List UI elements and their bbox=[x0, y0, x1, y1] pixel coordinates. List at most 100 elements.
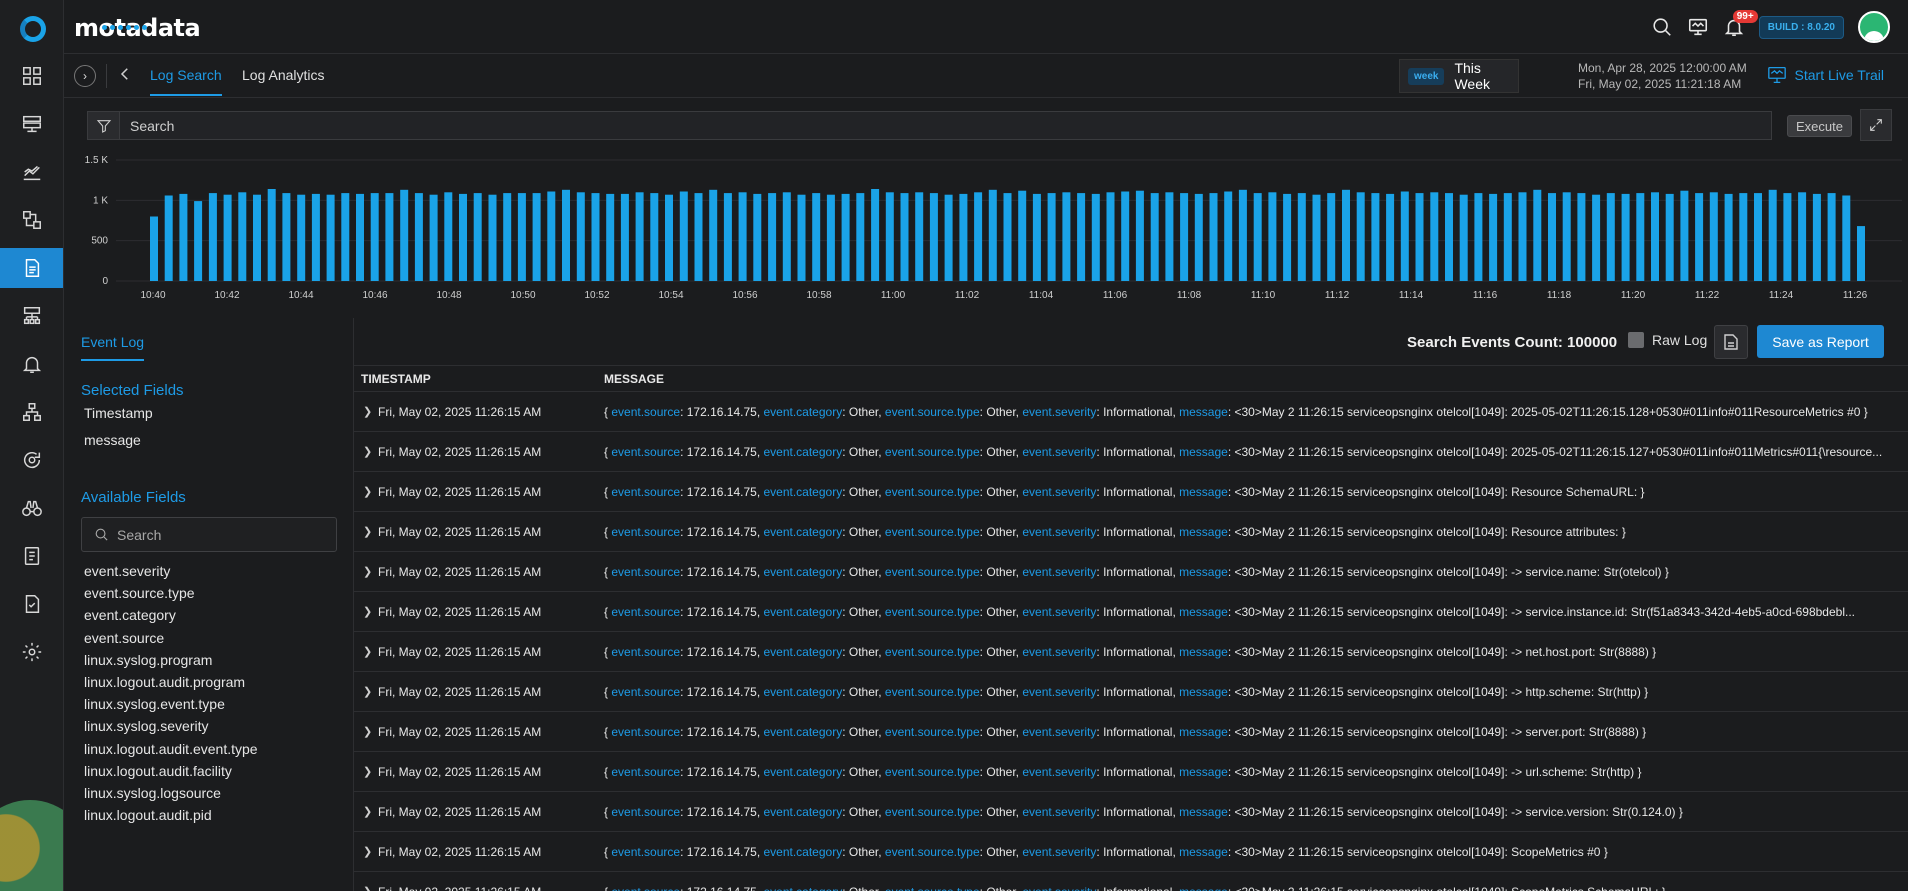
histogram-bar[interactable] bbox=[1768, 189, 1777, 281]
histogram-bar[interactable] bbox=[1680, 190, 1689, 281]
histogram-bar[interactable] bbox=[1342, 189, 1350, 281]
histogram-bar[interactable] bbox=[1783, 193, 1792, 281]
histogram-bar[interactable] bbox=[856, 193, 865, 281]
histogram-bar[interactable] bbox=[988, 189, 997, 281]
table-row[interactable]: ❯ Fri, May 02, 2025 11:26:15 AM { event.so… bbox=[354, 672, 1908, 712]
histogram-bar[interactable] bbox=[826, 194, 835, 281]
histogram-bar[interactable] bbox=[1754, 193, 1762, 281]
histogram-bar[interactable] bbox=[1415, 193, 1424, 281]
histogram-bar[interactable] bbox=[1238, 189, 1247, 281]
histogram-bar[interactable] bbox=[253, 194, 261, 281]
table-row[interactable]: ❯ Fri, May 02, 2025 11:26:15 AM { event.so… bbox=[354, 472, 1908, 512]
histogram-bar[interactable] bbox=[179, 193, 188, 281]
available-field-item[interactable]: linux.logout.audit.pid bbox=[84, 807, 212, 823]
expand-row-chevron-icon[interactable]: ❯ bbox=[354, 485, 374, 498]
histogram-bar[interactable] bbox=[1606, 193, 1615, 281]
histogram-bar[interactable] bbox=[1489, 193, 1498, 281]
search-icon[interactable] bbox=[1651, 16, 1673, 38]
histogram-bar[interactable] bbox=[1577, 193, 1586, 281]
histogram-bar[interactable] bbox=[311, 193, 320, 281]
histogram-bar[interactable] bbox=[1709, 192, 1718, 281]
histogram-bar[interactable] bbox=[1077, 193, 1086, 281]
histogram-bar[interactable] bbox=[370, 193, 379, 281]
tab-event-log[interactable]: Event Log bbox=[81, 334, 145, 361]
table-row[interactable]: ❯ Fri, May 02, 2025 11:26:15 AM { event.so… bbox=[354, 712, 1908, 752]
histogram-bar[interactable] bbox=[562, 189, 570, 281]
sync-nav-icon[interactable] bbox=[0, 440, 63, 480]
histogram-bar[interactable] bbox=[194, 201, 203, 281]
table-row[interactable]: ❯ Fri, May 02, 2025 11:26:15 AM { event.so… bbox=[354, 392, 1908, 432]
histogram-bar[interactable] bbox=[915, 192, 924, 281]
histogram-bar[interactable] bbox=[1518, 192, 1527, 281]
table-row[interactable]: ❯ Fri, May 02, 2025 11:26:15 AM { event.so… bbox=[354, 792, 1908, 832]
bell-icon[interactable]: 99+ bbox=[1723, 10, 1758, 38]
histogram-bar[interactable] bbox=[1548, 193, 1556, 281]
table-row[interactable]: ❯ Fri, May 02, 2025 11:26:15 AM { event.so… bbox=[354, 552, 1908, 592]
histogram-bar[interactable] bbox=[208, 193, 217, 281]
fullscreen-button[interactable] bbox=[1860, 109, 1892, 141]
expand-row-chevron-icon[interactable]: ❯ bbox=[354, 645, 374, 658]
histogram-bar[interactable] bbox=[1003, 193, 1012, 281]
histogram-bar[interactable] bbox=[1209, 193, 1218, 281]
histogram-bar[interactable] bbox=[459, 193, 467, 281]
available-field-item[interactable]: linux.logout.audit.program bbox=[84, 674, 245, 690]
table-row[interactable]: ❯ Fri, May 02, 2025 11:26:15 AM { event.so… bbox=[354, 632, 1908, 672]
table-row[interactable]: ❯ Fri, May 02, 2025 11:26:15 AM { event.so… bbox=[354, 752, 1908, 792]
back-chevron-icon[interactable] bbox=[116, 65, 136, 85]
histogram-bar[interactable] bbox=[1253, 193, 1262, 281]
app-logo-icon[interactable] bbox=[20, 16, 46, 42]
histogram-bar[interactable] bbox=[709, 189, 718, 281]
filter-button[interactable] bbox=[87, 111, 119, 140]
histogram-bar[interactable] bbox=[1459, 194, 1468, 281]
histogram-bar[interactable] bbox=[812, 193, 821, 281]
histogram-bar[interactable] bbox=[429, 194, 438, 281]
histogram-bar[interactable] bbox=[1386, 193, 1395, 281]
histogram-bar[interactable] bbox=[1430, 192, 1439, 281]
available-field-item[interactable]: event.source.type bbox=[84, 585, 195, 601]
expand-row-chevron-icon[interactable]: ❯ bbox=[354, 685, 374, 698]
column-header-timestamp[interactable]: TIMESTAMP bbox=[354, 372, 604, 386]
histogram-bar[interactable] bbox=[1297, 193, 1306, 281]
histogram-bar[interactable] bbox=[150, 216, 158, 282]
histogram-bar[interactable] bbox=[723, 193, 732, 281]
export-csv-button[interactable] bbox=[1714, 325, 1748, 359]
histogram-bar[interactable] bbox=[1798, 192, 1807, 281]
histogram-bar[interactable] bbox=[1165, 192, 1174, 281]
query-search-input[interactable]: Search bbox=[119, 111, 1772, 140]
histogram-bar[interactable] bbox=[635, 192, 644, 281]
histogram-bar[interactable] bbox=[797, 194, 806, 281]
checkbox-box[interactable] bbox=[1628, 332, 1644, 348]
histogram-bar[interactable] bbox=[929, 193, 938, 281]
histogram-bar[interactable] bbox=[473, 193, 482, 281]
available-field-item[interactable]: linux.syslog.event.type bbox=[84, 696, 225, 712]
histogram-bar[interactable] bbox=[1371, 193, 1380, 281]
histogram-bar[interactable] bbox=[282, 193, 291, 281]
histogram-bar[interactable] bbox=[650, 193, 659, 281]
start-live-trail-button[interactable]: Start Live Trail bbox=[1767, 66, 1884, 84]
available-field-item[interactable]: linux.syslog.severity bbox=[84, 718, 209, 734]
metrics-nav-icon[interactable] bbox=[0, 152, 63, 192]
time-range-selector[interactable]: week This Week bbox=[1399, 59, 1519, 93]
histogram-bar[interactable] bbox=[1106, 192, 1115, 281]
histogram-bar[interactable] bbox=[1842, 195, 1851, 282]
histogram-bar[interactable] bbox=[164, 195, 173, 282]
histogram-bar[interactable] bbox=[885, 192, 894, 281]
histogram-bar[interactable] bbox=[944, 194, 953, 281]
tab-log-search[interactable]: Log Search bbox=[150, 67, 222, 96]
histogram-bar[interactable] bbox=[488, 194, 497, 281]
histogram-bar[interactable] bbox=[1665, 193, 1674, 281]
histogram-bar[interactable] bbox=[841, 193, 850, 281]
monitor-icon[interactable] bbox=[1687, 16, 1709, 38]
histogram-bar[interactable] bbox=[753, 193, 762, 281]
available-field-item[interactable]: linux.syslog.logsource bbox=[84, 785, 221, 801]
histogram-bar[interactable] bbox=[400, 189, 409, 281]
expand-row-chevron-icon[interactable]: ❯ bbox=[354, 725, 374, 738]
histogram-bar[interactable] bbox=[1283, 193, 1292, 281]
histogram-bar[interactable] bbox=[1091, 193, 1100, 281]
histogram-bar[interactable] bbox=[1695, 193, 1704, 281]
expand-row-chevron-icon[interactable]: ❯ bbox=[354, 805, 374, 818]
histogram-bar[interactable] bbox=[238, 192, 247, 281]
histogram-bar[interactable] bbox=[1503, 193, 1512, 281]
expand-row-chevron-icon[interactable]: ❯ bbox=[354, 605, 374, 618]
histogram-bar[interactable] bbox=[1047, 193, 1056, 281]
